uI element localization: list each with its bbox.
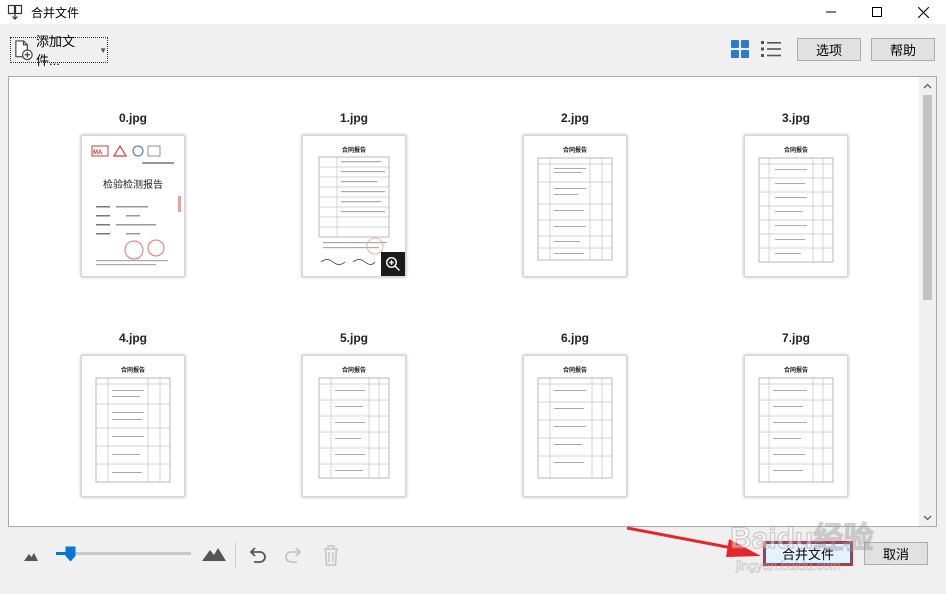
thumbnail-filename: 0.jpg (118, 111, 147, 125)
add-files-button[interactable]: 添加文件... ▼ (10, 34, 108, 68)
merge-files-button[interactable]: 合并文件 (763, 541, 853, 566)
annotation-arrow (626, 526, 761, 557)
chevron-down-icon[interactable]: ▼ (99, 46, 107, 55)
thumbnail-page-cover[interactable]: MA 检验检测报告 (81, 135, 185, 277)
zoom-out-mountain-icon[interactable] (24, 551, 38, 561)
chevron-down-icon (923, 515, 932, 520)
close-button[interactable] (900, 0, 946, 24)
options-button[interactable]: 选项 (797, 38, 861, 61)
trash-icon[interactable] (320, 543, 342, 567)
add-document-icon (15, 40, 33, 61)
thumbnail-page[interactable]: 合同报告 (523, 135, 627, 277)
page-heading: 合同报告 (784, 146, 808, 154)
help-button[interactable]: 帮助 (871, 38, 935, 61)
thumbnail-filename: 4.jpg (118, 331, 147, 345)
thumbnail-page[interactable]: 合同报告 (523, 355, 627, 497)
thumbnail-filename: 6.jpg (560, 331, 589, 345)
maximize-icon (872, 7, 882, 17)
chevron-up-icon (923, 83, 932, 88)
redo-icon[interactable] (283, 544, 305, 566)
cover-title: 检验检测报告 (103, 178, 163, 191)
zoom-slider-track[interactable] (56, 552, 191, 555)
maximize-button[interactable] (854, 0, 900, 24)
page-heading: 合同报告 (342, 366, 366, 374)
title-bar: 合并文件 (0, 0, 946, 24)
undo-icon[interactable] (246, 544, 268, 566)
window-controls (808, 0, 946, 24)
minimize-button[interactable] (808, 0, 854, 24)
thumbnail-filename: 1.jpg (339, 111, 368, 125)
toolbar-divider (235, 542, 236, 568)
zoom-in-mountain-icon[interactable] (202, 547, 226, 561)
page-heading: 合同报告 (121, 366, 145, 374)
zoom-preview-button[interactable] (381, 252, 405, 276)
thumbnail-filename: 2.jpg (560, 111, 589, 125)
page-heading: 合同报告 (342, 146, 366, 154)
merge-files-icon (7, 4, 23, 20)
page-heading: 合同报告 (563, 366, 587, 374)
zoom-in-icon (385, 256, 400, 271)
page-heading: 合同报告 (784, 366, 808, 374)
thumbnail-page[interactable]: 合同报告 (744, 135, 848, 277)
thumbnail-page[interactable]: 合同报告 (744, 355, 848, 497)
page-heading: 合同报告 (563, 146, 587, 154)
window-title: 合并文件 (31, 5, 80, 20)
thumbnail-page[interactable]: 合同报告 (81, 355, 185, 497)
minimize-icon (826, 11, 836, 13)
grid-view-icon[interactable] (730, 39, 750, 59)
thumbnail-page[interactable]: 合同报告 (302, 355, 406, 497)
scroll-down-button[interactable] (919, 509, 936, 526)
close-icon (917, 6, 929, 18)
thumbnail-filename: 3.jpg (781, 111, 810, 125)
thumbnail-grid[interactable]: 0.jpg MA 检验检测报告 1.jpg 合同报告 2.jpg 合同报告 3.… (8, 76, 937, 527)
list-view-icon[interactable] (760, 39, 782, 59)
zoom-slider-thumb[interactable] (65, 546, 76, 562)
scroll-up-button[interactable] (919, 77, 936, 94)
svg-text:MA: MA (93, 150, 103, 156)
thumbnail-page[interactable]: 合同报告 (302, 135, 406, 277)
vertical-scrollbar[interactable] (919, 77, 936, 526)
scrollbar-thumb[interactable] (923, 95, 932, 300)
add-files-label: 添加文件... (36, 34, 76, 68)
thumbnail-filename: 7.jpg (781, 331, 810, 345)
cancel-button[interactable]: 取消 (864, 542, 928, 565)
thumbnail-filename: 5.jpg (339, 331, 368, 345)
